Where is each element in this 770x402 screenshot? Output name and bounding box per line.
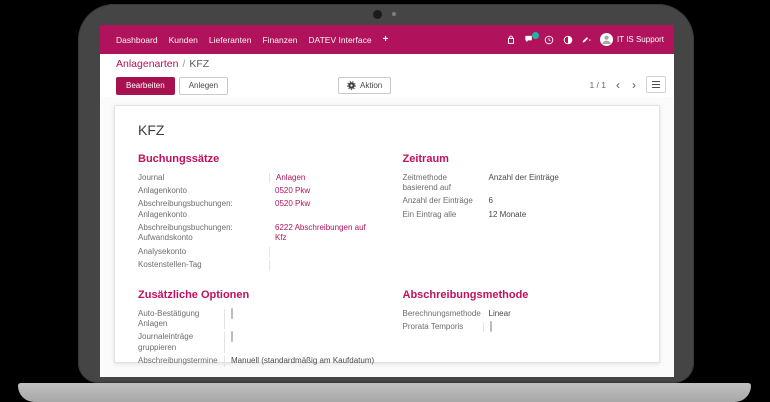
action-menu-label: Aktion: [360, 81, 382, 90]
field-value-empty[interactable]: [269, 247, 377, 257]
form-sheet: KFZ Buchungssätze Journal Anlagen Anlage…: [114, 105, 660, 363]
field-label: Journaleinträge gruppieren: [138, 332, 224, 353]
record-buttons: Bearbeiten Anlegen: [116, 77, 228, 95]
field-row-zeitmethode: Zeitmethode basierend auf Anzahl der Ein…: [403, 171, 642, 195]
create-button[interactable]: Anlegen: [179, 77, 228, 95]
control-bar: Bearbeiten Anlegen Aktion 1 / 1 ‹ ›: [100, 73, 674, 98]
user-menu[interactable]: IT IS Support: [600, 33, 664, 46]
form-grid: Buchungssätze Journal Anlagen Anlagenkon…: [115, 153, 659, 368]
section-zeitraum: Zeitraum Zeitmethode basierend auf Anzah…: [403, 153, 642, 272]
contrast-icon[interactable]: [562, 34, 573, 45]
menu-kunden[interactable]: Kunden: [169, 35, 198, 45]
menu-datev-interface[interactable]: DATEV Interface: [308, 35, 371, 45]
record-title: KFZ: [138, 122, 659, 138]
breadcrumb-current: KFZ: [189, 58, 209, 70]
field-row-journal: Journal Anlagen: [138, 171, 377, 184]
bag-icon[interactable]: [505, 34, 516, 45]
pager-value: 1 / 1: [589, 80, 606, 90]
field-value: 12 Monate: [483, 210, 642, 220]
notification-badge: [532, 32, 539, 39]
section-heading: Abschreibungsmethode: [403, 289, 642, 301]
section-zusaetzliche-optionen: Zusätzliche Optionen Auto-Bestätigung An…: [138, 289, 377, 368]
action-menu-icon: [347, 81, 356, 90]
navbar-systray: IT IS Support: [505, 33, 674, 46]
user-name: IT IS Support: [617, 35, 664, 44]
breadcrumb-separator: /: [182, 58, 185, 70]
field-value: [224, 332, 377, 353]
laptop-mockup: Dashboard Kunden Lieferanten Finanzen DA…: [0, 0, 770, 402]
auto-bestaetigung-checkbox[interactable]: [231, 308, 233, 319]
breadcrumb-anlagenarten[interactable]: Anlagenarten: [116, 58, 178, 70]
webcam-dot: [373, 10, 382, 19]
field-value: Anzahl der Einträge: [483, 173, 642, 194]
field-label: Zeitmethode basierend auf: [403, 173, 483, 194]
microphone-dot: [392, 12, 396, 16]
section-heading: Zeitraum: [403, 153, 642, 165]
field-row-abschreibung-aufwandskonto: Abschreibungsbuchungen: Aufwandskonto 62…: [138, 222, 377, 246]
chat-icon[interactable]: [524, 34, 535, 45]
action-menu-button[interactable]: Aktion: [338, 77, 391, 94]
menu-lieferanten[interactable]: Lieferanten: [209, 35, 252, 45]
field-row-abschreibung-anlagenkonto: Abschreibungsbuchungen: Anlagenkonto 052…: [138, 198, 377, 222]
section-buchungssaetze: Buchungssätze Journal Anlagen Anlagenkon…: [138, 153, 377, 272]
breadcrumb: Anlagenarten / KFZ: [100, 54, 674, 73]
field-label: Abschreibungsbuchungen: Anlagenkonto: [138, 199, 269, 220]
field-label: Kostenstellen-Tag: [138, 260, 269, 270]
field-label: Berechnungsmethode: [403, 309, 483, 319]
field-value-empty[interactable]: [269, 260, 377, 270]
field-label: Abschreibungsbuchungen: Aufwandskonto: [138, 223, 269, 244]
field-row-analysekonto: Analysekonto: [138, 245, 377, 258]
field-label: Abschreibungstermine: [138, 356, 224, 366]
pager: 1 / 1 ‹ ›: [589, 76, 666, 93]
field-value: Manuell (standardmäßig am Kaufdatum): [224, 356, 377, 366]
content-area: KFZ Buchungssätze Journal Anlagen Anlage…: [100, 97, 674, 377]
field-row-kostenstellen-tag: Kostenstellen-Tag: [138, 259, 377, 272]
laptop-base: [18, 383, 751, 402]
field-row-anlagenkonto: Anlagenkonto 0520 Pkw: [138, 184, 377, 197]
field-label: Journal: [138, 173, 269, 183]
field-label: Auto-Bestätigung Anlagen: [138, 309, 224, 330]
menu-finanzen[interactable]: Finanzen: [262, 35, 297, 45]
prorata-temporis-checkbox[interactable]: [490, 321, 492, 332]
field-value-link[interactable]: Anlagen: [269, 173, 377, 183]
field-label: Anzahl der Einträge: [403, 196, 483, 206]
clock-icon[interactable]: [543, 34, 554, 45]
field-label: Analysekonto: [138, 247, 269, 257]
field-label: Ein Eintrag alle: [403, 210, 483, 220]
edit-button[interactable]: Bearbeiten: [116, 77, 175, 95]
top-navbar: Dashboard Kunden Lieferanten Finanzen DA…: [100, 25, 674, 54]
field-value-link[interactable]: 6222 Abschreibungen auf Kfz: [269, 223, 377, 244]
field-row-abschreibungstermine: Abschreibungstermine Manuell (standardmä…: [138, 355, 377, 368]
field-value: 6: [483, 196, 642, 206]
field-row-anzahl-eintraege: Anzahl der Einträge 6: [403, 195, 642, 208]
field-value: [483, 322, 642, 332]
field-label: Anlagenkonto: [138, 186, 269, 196]
journaleintraege-gruppieren-checkbox[interactable]: [231, 331, 233, 342]
pencil-icon[interactable]: [581, 34, 592, 45]
field-value-link[interactable]: 0520 Pkw: [269, 199, 377, 220]
section-heading: Buchungssätze: [138, 153, 377, 165]
field-row-berechnungsmethode: Berechnungsmethode Linear: [403, 307, 642, 320]
section-abschreibungsmethode: Abschreibungsmethode Berechnungsmethode …: [403, 289, 642, 368]
main-menu: Dashboard Kunden Lieferanten Finanzen DA…: [100, 34, 388, 45]
field-row-ein-eintrag-alle: Ein Eintrag alle 12 Monate: [403, 208, 642, 221]
field-value: Linear: [483, 309, 642, 319]
menu-add-plus[interactable]: +: [383, 34, 389, 45]
field-row-prorata-temporis: Prorata Temporis: [403, 321, 642, 334]
pager-next-icon[interactable]: ›: [630, 80, 638, 90]
field-row-journaleintraege-gruppieren: Journaleinträge gruppieren: [138, 331, 377, 355]
pager-previous-icon[interactable]: ‹: [614, 80, 622, 90]
list-view-toggle[interactable]: [646, 76, 666, 93]
menu-dashboard[interactable]: Dashboard: [116, 35, 158, 45]
field-row-auto-bestaetigung: Auto-Bestätigung Anlagen: [138, 307, 377, 331]
field-label: Prorata Temporis: [403, 322, 483, 332]
app-screen: Dashboard Kunden Lieferanten Finanzen DA…: [100, 25, 674, 377]
field-value: [224, 309, 377, 330]
user-avatar: [600, 33, 613, 46]
field-value-link[interactable]: 0520 Pkw: [269, 186, 377, 196]
section-heading: Zusätzliche Optionen: [138, 289, 377, 301]
